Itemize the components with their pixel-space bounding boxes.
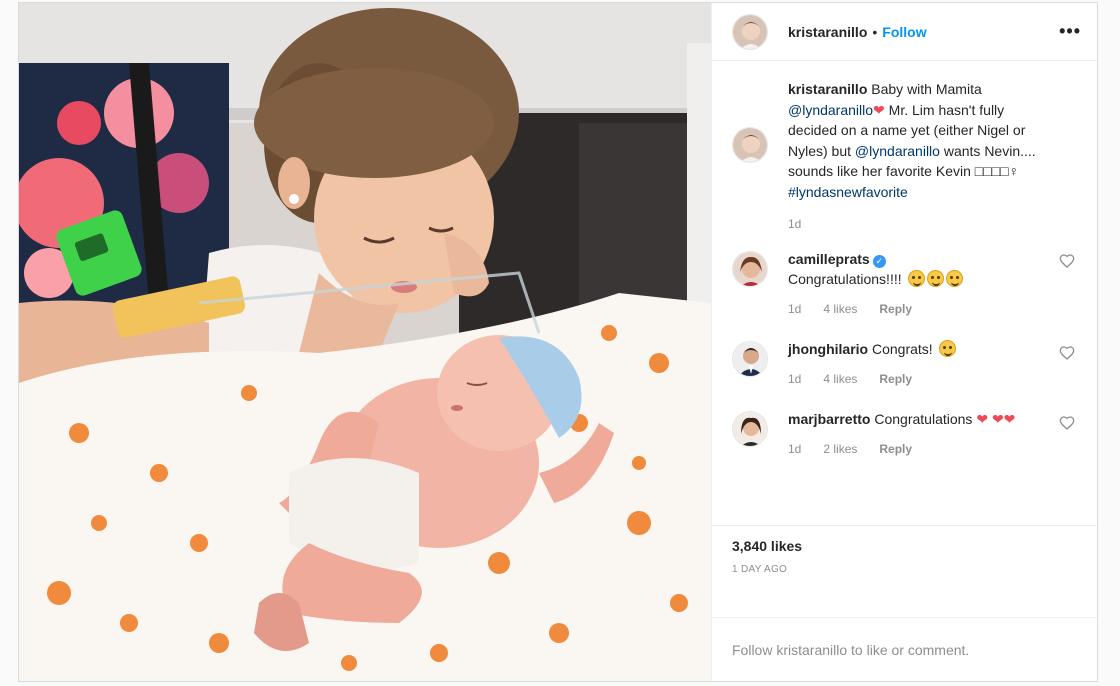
comment-time[interactable]: 1d — [788, 299, 801, 320]
comment-likes[interactable]: 4 likes — [823, 299, 857, 320]
comment-meta: 1d 4 likes Reply — [788, 299, 1050, 320]
comment-body: marjbarretto Congratulations ❤ ❤❤ 1d 2 l… — [788, 409, 1050, 459]
smiling-face-emoji — [926, 270, 944, 287]
like-count[interactable]: 3,840 likes — [732, 538, 1077, 554]
post-timestamp[interactable]: 1 DAY AGO — [732, 564, 1077, 575]
reply-button[interactable]: Reply — [879, 439, 912, 460]
comment-likes[interactable]: 2 likes — [823, 439, 857, 460]
post-header: kristaranillo • Follow ••• — [712, 3, 1097, 61]
commenter-avatar[interactable] — [732, 341, 768, 377]
author-avatar[interactable] — [732, 127, 768, 163]
post-stats: 3,840 likes 1 DAY AGO — [712, 525, 1097, 617]
verified-badge-icon: ✓ — [872, 254, 886, 268]
newborn-photo-illustration — [19, 3, 711, 681]
heart-icon[interactable] — [1059, 253, 1075, 269]
post-photo[interactable] — [19, 3, 711, 681]
caption-time[interactable]: 1d — [788, 214, 801, 235]
red-heart-emoji: ❤ — [1003, 411, 1016, 427]
red-heart-emoji: ❤ — [976, 411, 989, 427]
follow-to-comment-text[interactable]: Follow kristaranillo to like or comment. — [732, 642, 969, 658]
comment: jhonghilario Congrats! 1d 4 likes Reply — [732, 339, 1081, 389]
hashtag-link[interactable]: #lyndasnewfavorite — [788, 184, 908, 200]
mention-link[interactable]: @lyndaranillo — [788, 102, 873, 118]
caption-body: kristaranillo Baby with Mamita @lyndaran… — [788, 79, 1050, 235]
comment: camilleprats ✓ Congratulations!!!! 1d 4 l… — [732, 249, 1081, 320]
smiling-face-emoji — [938, 340, 956, 357]
author-username[interactable]: kristaranillo — [788, 24, 867, 40]
red-heart-emoji: ❤ — [991, 411, 1004, 427]
caption-meta: 1d — [788, 214, 1050, 235]
more-options-icon[interactable]: ••• — [1059, 21, 1081, 42]
comment-meta: 1d 2 likes Reply — [788, 439, 1050, 460]
author-avatar[interactable] — [732, 13, 768, 50]
commenter-avatar[interactable] — [732, 250, 768, 287]
commenter-username[interactable]: jhonghilario — [788, 341, 868, 357]
comment-meta: 1d 4 likes Reply — [788, 369, 1050, 390]
comment-text: Congratulations — [874, 411, 973, 427]
comment-likes[interactable]: 4 likes — [823, 369, 857, 390]
comment-time[interactable]: 1d — [788, 369, 801, 390]
comment-text: Congrats! — [872, 341, 933, 357]
comment: marjbarretto Congratulations ❤ ❤❤ 1d 2 l… — [732, 409, 1081, 459]
smiling-face-emoji — [907, 270, 925, 287]
red-heart-emoji: ❤ — [873, 101, 885, 118]
commenter-username[interactable]: camilleprats — [788, 251, 870, 267]
caption-username[interactable]: kristaranillo — [788, 81, 867, 97]
post-side-panel: kristaranillo • Follow ••• kristaranillo… — [711, 3, 1097, 681]
heart-icon[interactable] — [1059, 415, 1075, 431]
caption-text-part: Baby with Mamita — [871, 81, 982, 97]
mention-link[interactable]: @lyndaranillo — [855, 143, 940, 159]
comment-time[interactable]: 1d — [788, 439, 801, 460]
header-separator: • — [872, 23, 878, 40]
comment-text: Congratulations!!!! — [788, 271, 902, 287]
comments-section: kristaranillo Baby with Mamita @lyndaran… — [712, 61, 1097, 525]
comment-body: jhonghilario Congrats! 1d 4 likes Reply — [788, 339, 1050, 389]
smiling-face-emoji — [945, 270, 963, 287]
commenter-username[interactable]: marjbarretto — [788, 411, 870, 427]
login-prompt: Follow kristaranillo to like or comment. — [712, 617, 1097, 681]
reply-button[interactable]: Reply — [879, 299, 912, 320]
reply-button[interactable]: Reply — [879, 369, 912, 390]
comment-body: camilleprats ✓ Congratulations!!!! 1d 4 l… — [788, 249, 1050, 320]
caption-text: kristaranillo Baby with Mamita @lyndaran… — [788, 79, 1050, 202]
follow-button[interactable]: Follow — [882, 24, 926, 40]
commenter-avatar[interactable] — [732, 411, 768, 447]
instagram-post: kristaranillo • Follow ••• kristaranillo… — [18, 2, 1098, 682]
caption: kristaranillo Baby with Mamita @lyndaran… — [732, 79, 1081, 235]
heart-icon[interactable] — [1059, 345, 1075, 361]
